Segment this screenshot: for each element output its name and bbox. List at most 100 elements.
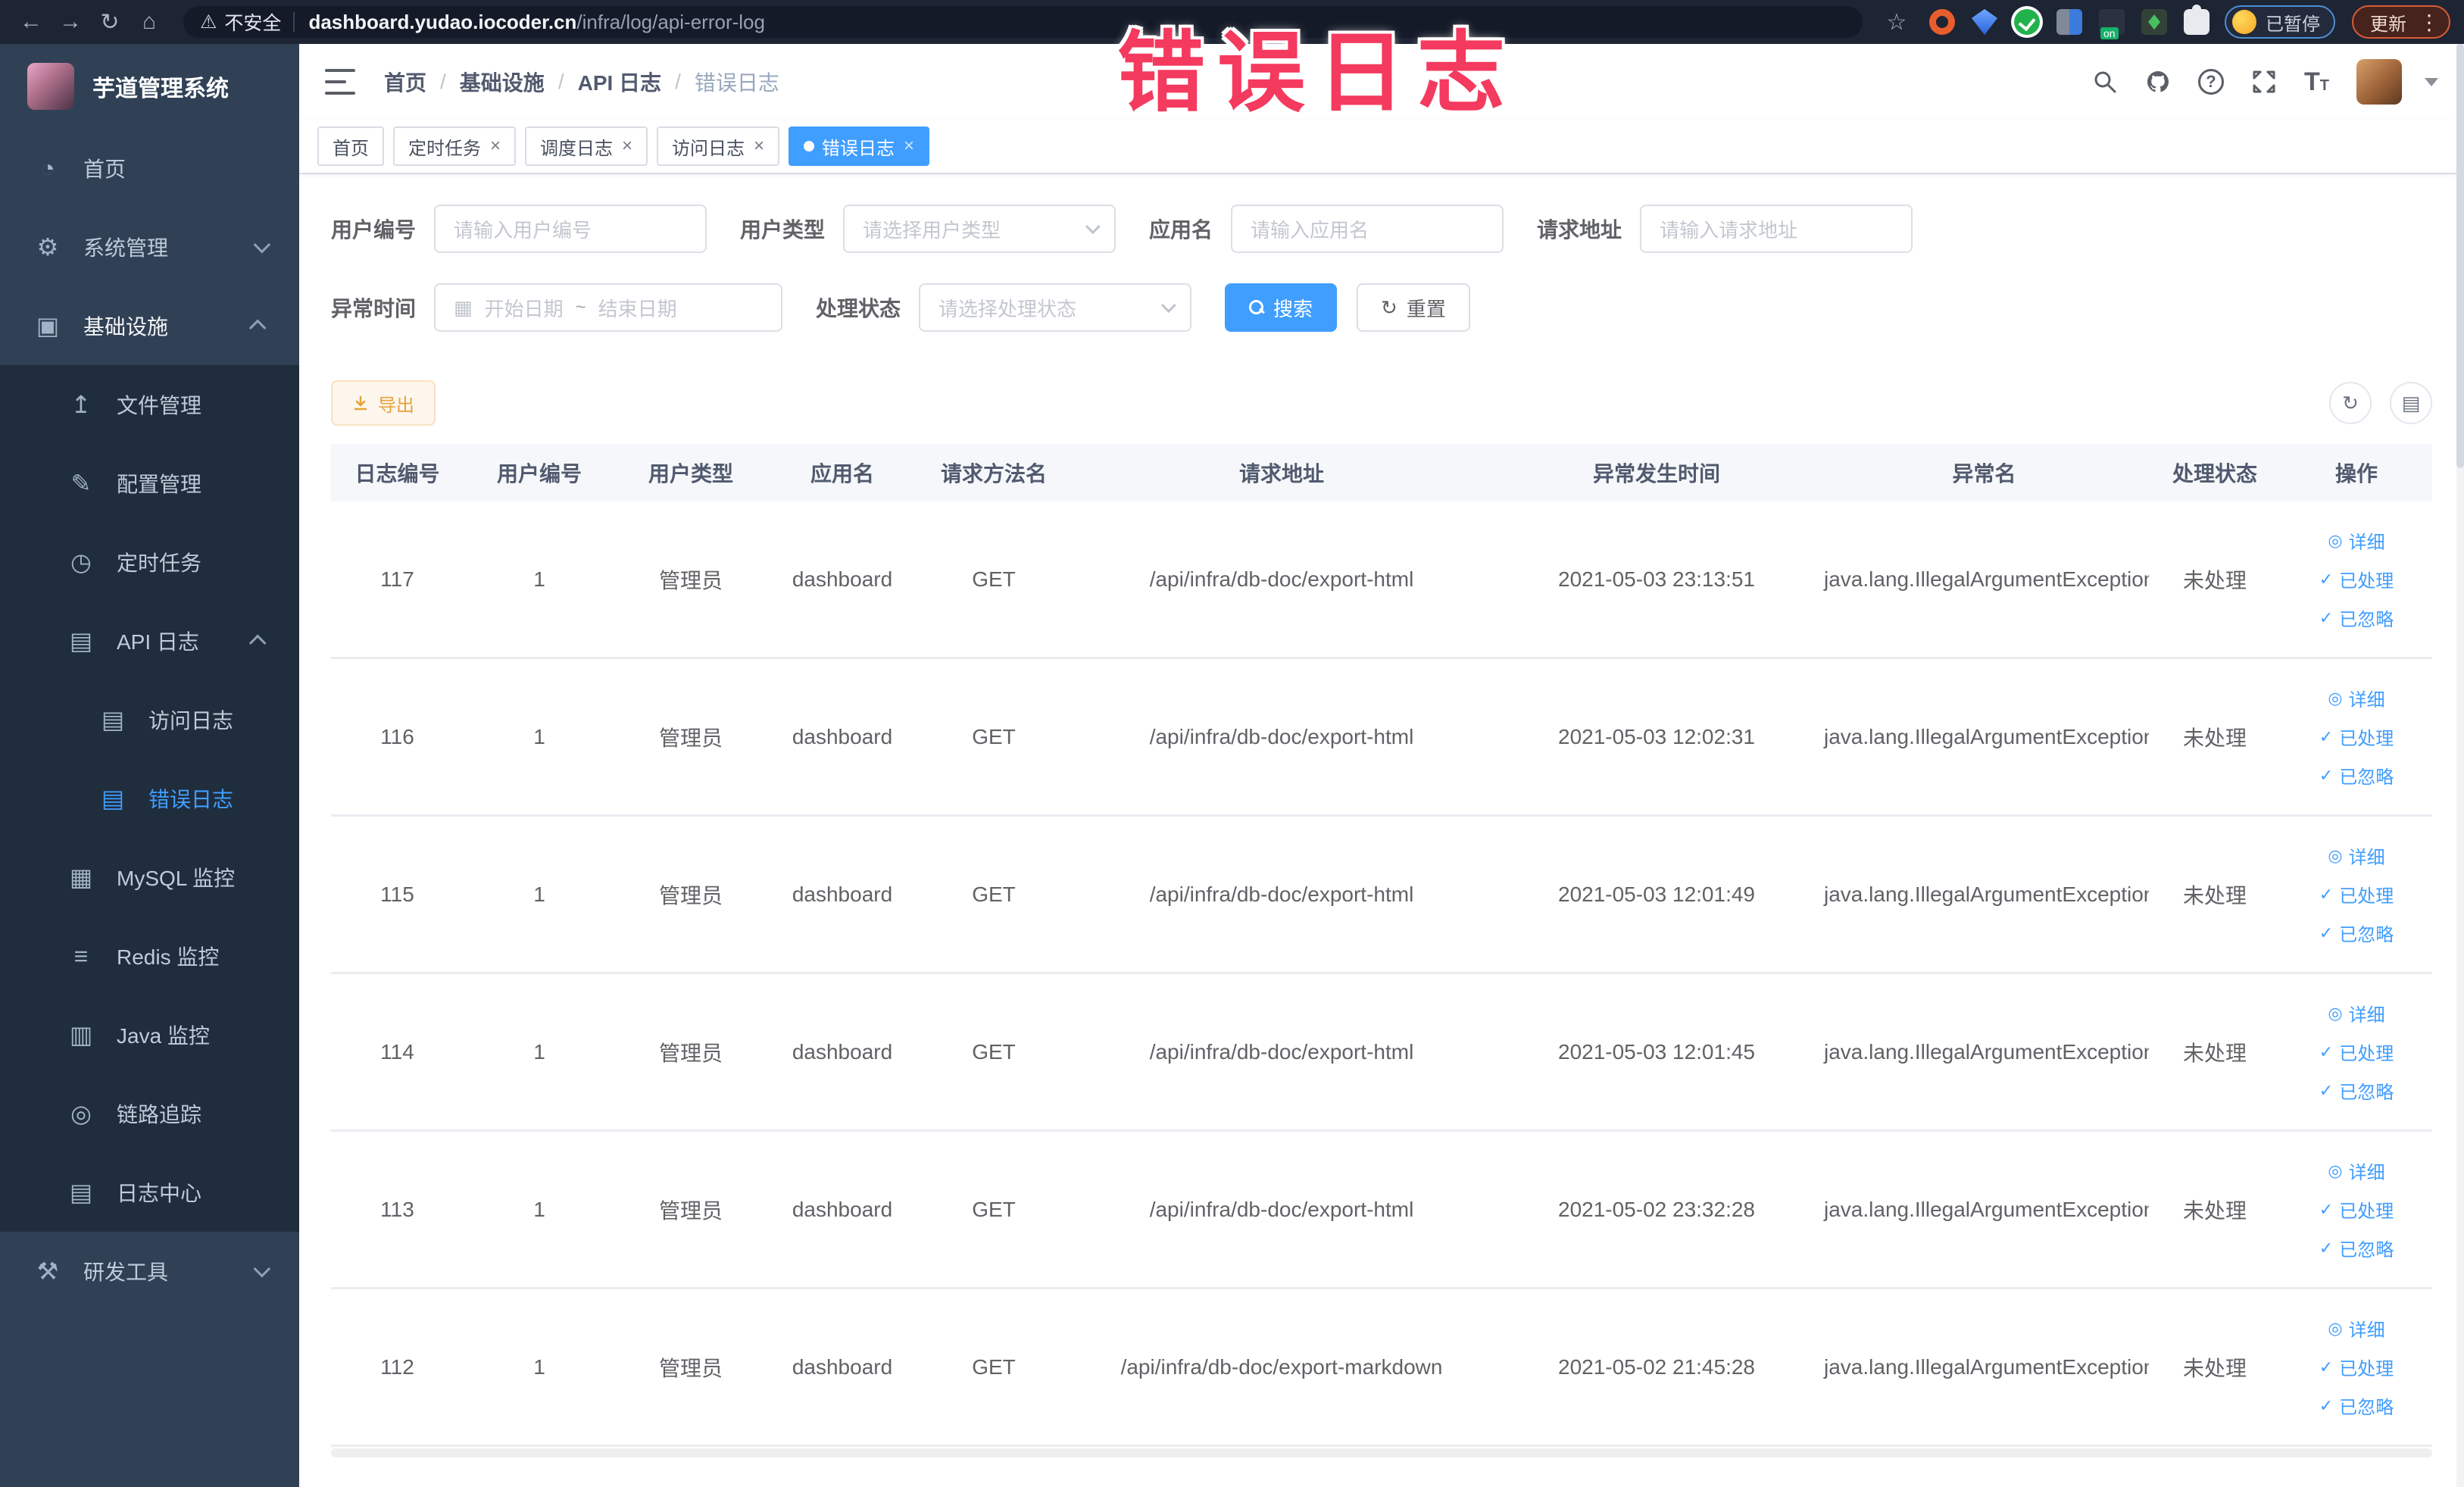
- action-detail-link[interactable]: ◎ 详细: [2328, 842, 2384, 869]
- search-icon[interactable]: [2092, 69, 2118, 95]
- action-detail-link[interactable]: ◎ 详细: [2328, 527, 2384, 554]
- breadcrumb-item: 错误日志: [694, 71, 779, 95]
- process-status-select[interactable]: 请选择处理状态: [919, 283, 1192, 332]
- breadcrumb-separator: /: [440, 70, 446, 93]
- action-ignored-link[interactable]: ✓ 已忽略: [2319, 762, 2394, 789]
- browser-menu-icon[interactable]: ⋮: [2419, 10, 2440, 35]
- sidebar-item-redis-monitor[interactable]: ≡ Redis 监控: [0, 917, 299, 995]
- navbar-actions: ? TT: [2092, 59, 2438, 105]
- breadcrumb-item[interactable]: API 日志: [578, 67, 661, 97]
- close-icon[interactable]: ×: [622, 136, 632, 157]
- column-settings-button[interactable]: ▤: [2390, 382, 2432, 424]
- tab-error-log[interactable]: 错误日志 ×: [789, 127, 930, 166]
- action-processed-link[interactable]: ✓ 已处理: [2319, 1354, 2394, 1380]
- address-bar[interactable]: ⚠ 不安全 dashboard.yudao.iocoder.cn/infra/l…: [183, 6, 1863, 38]
- close-icon[interactable]: ×: [904, 136, 914, 157]
- horizontal-scrollbar[interactable]: [331, 1448, 2432, 1457]
- document-icon: ▤: [69, 627, 93, 654]
- breadcrumb-item[interactable]: 基础设施: [460, 67, 545, 97]
- fullscreen-icon[interactable]: [2251, 69, 2277, 95]
- action-processed-link[interactable]: ✓ 已处理: [2319, 881, 2394, 908]
- action-detail-link[interactable]: ◎ 详细: [2328, 685, 2384, 711]
- check-icon: ✓: [2319, 608, 2334, 627]
- bookmark-star-icon[interactable]: ☆: [1879, 9, 1914, 36]
- sidebar-item-infrastructure[interactable]: ▣ 基础设施: [0, 286, 299, 365]
- page-scrollbar-thumb[interactable]: [2456, 44, 2464, 468]
- refresh-table-button[interactable]: ↻: [2329, 382, 2372, 424]
- hamburger-icon[interactable]: [325, 69, 355, 95]
- tab-home[interactable]: 首页: [317, 127, 384, 166]
- action-ignored-link[interactable]: ✓ 已忽略: [2319, 1235, 2394, 1261]
- sidebar-item-access-log[interactable]: ▤ 访问日志: [0, 680, 299, 759]
- avatar-caret-icon[interactable]: [2425, 77, 2438, 86]
- action-processed-link[interactable]: ✓ 已处理: [2319, 723, 2394, 750]
- extensions-puzzle-icon[interactable]: [2184, 5, 2209, 35]
- search-button[interactable]: 搜索: [1225, 283, 1338, 332]
- user-type-select[interactable]: 请选择用户类型: [843, 205, 1116, 253]
- font-size-icon[interactable]: TT: [2304, 67, 2329, 97]
- sidebar-item-trace[interactable]: ◎ 链路追踪: [0, 1074, 299, 1153]
- action-detail-link[interactable]: ◎ 详细: [2328, 1000, 2384, 1026]
- profile-paused-badge[interactable]: 已暂停: [2225, 5, 2335, 39]
- reset-button[interactable]: ↻ 重置: [1357, 283, 1470, 332]
- app-name-input[interactable]: 请输入应用名: [1231, 205, 1504, 253]
- reload-button[interactable]: ↻: [92, 9, 127, 36]
- table-cell: 管理员: [658, 1198, 723, 1223]
- action-ignored-link[interactable]: ✓ 已忽略: [2319, 1077, 2394, 1104]
- exception-time-daterange-picker[interactable]: ▦ 开始日期 ~ 结束日期: [434, 283, 783, 332]
- action-detail-link[interactable]: ◎ 详细: [2328, 1315, 2384, 1342]
- table-cell: 2021-05-03 12:01:49: [1558, 882, 1755, 906]
- action-processed-link[interactable]: ✓ 已处理: [2319, 1039, 2394, 1065]
- sidebar-item-label: MySQL 监控: [117, 867, 236, 890]
- toolbox-icon: ⚒: [36, 1257, 59, 1285]
- help-icon[interactable]: ?: [2198, 69, 2224, 95]
- home-button[interactable]: ⌂: [132, 9, 167, 35]
- request-url-input[interactable]: 请输入请求地址: [1640, 205, 1913, 253]
- github-icon[interactable]: [2145, 69, 2171, 95]
- extension-green-check-icon[interactable]: [2014, 9, 2040, 35]
- extension-switch-icon[interactable]: on: [2099, 9, 2125, 39]
- sidebar-item-log-center[interactable]: ▤ 日志中心: [0, 1153, 299, 1232]
- sidebar-item-java-monitor[interactable]: ▥ Java 监控: [0, 995, 299, 1074]
- sidebar-item-system-mgmt[interactable]: ⚙ 系统管理: [0, 208, 299, 286]
- table-cell: dashboard: [792, 567, 893, 591]
- action-ignored-link[interactable]: ✓ 已忽略: [2319, 920, 2394, 946]
- action-detail-link[interactable]: ◎ 详细: [2328, 1157, 2384, 1184]
- export-button[interactable]: 导出: [331, 380, 436, 426]
- sidebar-item-mysql-monitor[interactable]: ▦ MySQL 监控: [0, 838, 299, 917]
- tab-access-log[interactable]: 访问日志 ×: [657, 127, 780, 166]
- breadcrumb-item[interactable]: 首页: [384, 67, 426, 97]
- extension-orange-ring-icon[interactable]: [1929, 9, 1955, 35]
- sidebar-item-config-mgmt[interactable]: ✎ 配置管理: [0, 444, 299, 523]
- sidebar-item-home[interactable]: ◔ 首页: [0, 129, 299, 208]
- action-processed-link[interactable]: ✓ 已处理: [2319, 1196, 2394, 1223]
- page-scrollbar[interactable]: [2456, 44, 2464, 1487]
- column-header: 应用名: [810, 462, 874, 486]
- extension-grid-icon[interactable]: [2056, 9, 2082, 35]
- sidebar-item-dev-tools[interactable]: ⚒ 研发工具: [0, 1232, 299, 1310]
- browser-update-button[interactable]: 更新 ⋮: [2352, 5, 2450, 39]
- chevron-down-icon: [1160, 298, 1176, 314]
- action-ignored-link[interactable]: ✓ 已忽略: [2319, 604, 2394, 631]
- action-ignored-link[interactable]: ✓ 已忽略: [2319, 1392, 2394, 1419]
- extension-sprout-icon[interactable]: [2141, 9, 2167, 35]
- back-button[interactable]: ←: [14, 9, 48, 35]
- table-row: 112 1 管理员 dashboard GET/api/infra/db-doc/exp…: [331, 1289, 2432, 1447]
- sidebar-item-error-log[interactable]: ▤ 错误日志: [0, 759, 299, 838]
- sidebar-item-api-log[interactable]: ▤ API 日志: [0, 601, 299, 680]
- table-cell: 未处理: [2182, 1356, 2247, 1380]
- app-logo[interactable]: 芋道管理系统: [0, 44, 299, 129]
- tab-scheduled-job[interactable]: 定时任务 ×: [393, 127, 517, 166]
- document-icon: ▤: [69, 1179, 93, 1206]
- tab-job-log[interactable]: 调度日志 ×: [525, 127, 648, 166]
- user-avatar[interactable]: [2356, 59, 2402, 105]
- calendar-icon: ▦: [454, 295, 473, 319]
- close-icon[interactable]: ×: [490, 136, 501, 157]
- extension-blue-gem-icon[interactable]: [1972, 9, 1997, 35]
- sidebar-item-scheduled-job[interactable]: ◷ 定时任务: [0, 523, 299, 601]
- sidebar-item-file-mgmt[interactable]: ↥ 文件管理: [0, 365, 299, 444]
- forward-button[interactable]: →: [53, 9, 88, 35]
- close-icon[interactable]: ×: [754, 136, 764, 157]
- action-processed-link[interactable]: ✓ 已处理: [2319, 566, 2394, 592]
- user-id-input[interactable]: 请输入用户编号: [434, 205, 707, 253]
